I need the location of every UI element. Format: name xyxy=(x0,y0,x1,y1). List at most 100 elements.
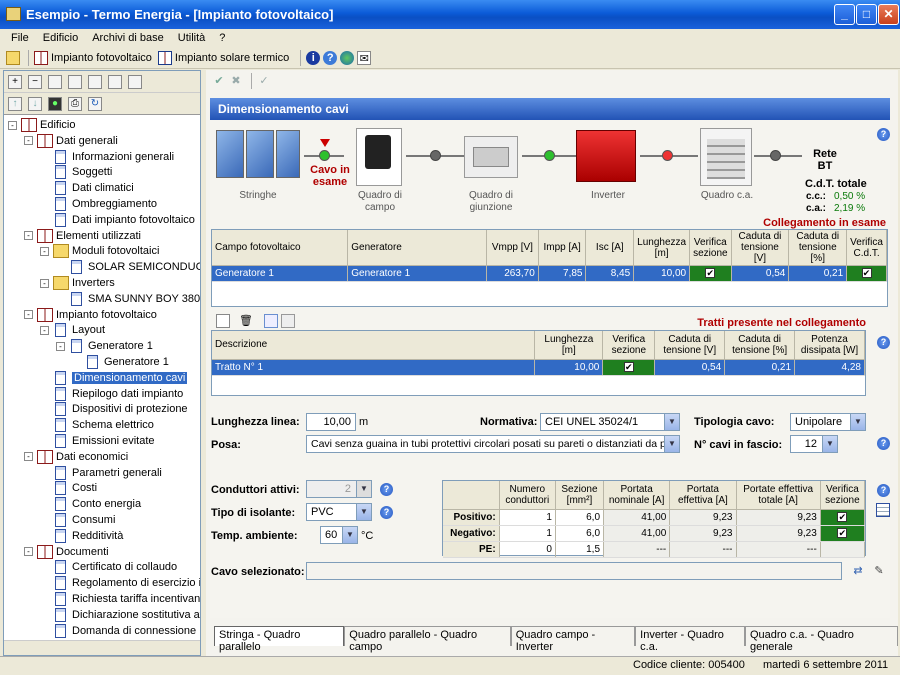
print-icon[interactable]: ⎙ xyxy=(68,96,82,111)
tree-item[interactable]: Costi xyxy=(40,480,97,496)
collapse-icon[interactable]: - xyxy=(24,452,33,462)
confirm-icon[interactable]: ✔ xyxy=(212,74,226,88)
column-header[interactable]: Caduta di tensione [%] xyxy=(788,230,848,266)
help-icon[interactable]: ? xyxy=(877,484,890,497)
collapse-icon[interactable]: - xyxy=(40,325,49,335)
tree-item[interactable]: - Moduli fotovoltaici xyxy=(40,243,159,259)
junction-panel-component[interactable] xyxy=(464,136,518,178)
tree-item[interactable]: - Dati generali xyxy=(24,133,118,149)
pv-system-button[interactable]: Impianto fotovoltaico xyxy=(34,50,152,65)
menu-file[interactable]: File xyxy=(4,32,36,44)
help-icon[interactable]: ? xyxy=(323,50,338,65)
refresh-icon[interactable]: ↻ xyxy=(88,96,102,111)
tree-item[interactable]: - Layout xyxy=(40,322,105,338)
tree-item[interactable]: - Edificio xyxy=(8,117,75,133)
menu-edificio[interactable]: Edificio xyxy=(36,32,85,44)
table-cell[interactable]: 6,0 xyxy=(555,509,605,526)
column-header[interactable]: Caduta di tensione [V] xyxy=(654,331,726,360)
maximize-button[interactable]: □ xyxy=(856,4,877,25)
tree-item[interactable]: Emissioni evitate xyxy=(40,433,155,449)
new-icon[interactable] xyxy=(216,314,230,328)
tree-item[interactable]: SMA SUNNY BOY 3800 xyxy=(56,291,200,307)
tree-item[interactable]: Generatore 1 xyxy=(72,354,169,370)
normativa-select[interactable]: CEI UNEL 35024/1 ▼ xyxy=(540,413,680,431)
tree-item[interactable]: Conto energia xyxy=(40,496,141,512)
tools-icon[interactable] xyxy=(88,74,102,89)
column-header[interactable]: Verifica sezione xyxy=(689,230,732,266)
tree-item[interactable]: Dati impianto fotovoltaico xyxy=(40,212,195,228)
strings-component[interactable] xyxy=(216,128,300,188)
tree-item[interactable]: Dichiarazione sostitutiva atto d xyxy=(40,607,200,623)
tree-item[interactable]: Riepilogo dati impianto xyxy=(40,386,183,402)
tree-item[interactable]: Consumi xyxy=(40,512,115,528)
tree-item[interactable]: - Documenti xyxy=(24,544,109,560)
tree-item[interactable]: - Inverters xyxy=(40,275,115,291)
selected-cable-input[interactable] xyxy=(306,562,842,580)
menu-utilita[interactable]: Utilità xyxy=(171,32,213,44)
bundle-count-select[interactable]: 12 ▼ xyxy=(790,435,838,453)
collapse-icon[interactable]: - xyxy=(40,278,49,288)
tree-item[interactable]: Parametri generali xyxy=(40,465,162,481)
tab-quadro-parallelo-quadro-campo[interactable]: Quadro parallelo - Quadro campo xyxy=(344,626,511,653)
inverter-component[interactable] xyxy=(576,130,636,182)
collapse-icon[interactable]: - xyxy=(40,246,49,256)
trash-icon[interactable]: 🗑 xyxy=(239,314,253,328)
tree-item[interactable]: Redditività xyxy=(40,528,123,544)
column-header[interactable]: Vmpp [V] xyxy=(486,230,539,266)
tree-horizontal-scrollbar[interactable] xyxy=(4,640,200,655)
spellcheck-icon[interactable]: ✓ xyxy=(257,74,271,88)
tree-item[interactable]: - Elementi utilizzati xyxy=(24,228,141,244)
field-panel-component[interactable] xyxy=(356,128,402,186)
collapse-icon[interactable]: - xyxy=(24,136,33,146)
cable-search-icon[interactable]: ⇄ xyxy=(851,564,865,578)
column-header[interactable]: Verifica sezione xyxy=(602,331,656,360)
collapse-icon[interactable]: - xyxy=(24,231,33,241)
help-icon[interactable]: ? xyxy=(380,506,393,519)
tree-item[interactable]: Dimensionamento cavi xyxy=(40,370,188,386)
report-icon[interactable] xyxy=(108,74,122,89)
table-cell[interactable]: 0 xyxy=(499,541,556,558)
column-header[interactable]: Potenza dissipata [W] xyxy=(794,331,865,360)
collapse-all-icon[interactable]: − xyxy=(28,74,42,89)
table-cell[interactable]: 1,5 xyxy=(555,541,605,558)
tab-stringa-quadro-parallelo[interactable]: Stringa - Quadro parallelo xyxy=(214,626,345,653)
tree-item[interactable]: Certificato di collaudo xyxy=(40,559,177,575)
tab-quadro-campo-inverter[interactable]: Quadro campo - Inverter xyxy=(510,626,636,653)
insulation-select[interactable]: PVC ▼ xyxy=(306,503,372,521)
table-cell[interactable]: 1 xyxy=(499,525,556,542)
help-icon[interactable]: ? xyxy=(877,128,890,141)
collapse-icon[interactable]: - xyxy=(8,120,17,130)
column-header[interactable]: Generatore xyxy=(347,230,488,266)
globe-icon[interactable] xyxy=(340,50,355,65)
collapse-icon[interactable]: - xyxy=(24,310,33,320)
table-row[interactable]: Positivo: 1 6,0 41,00 9,23 9,23 ✔ xyxy=(443,509,866,526)
column-header[interactable]: Verifica C.d.T. xyxy=(846,230,887,266)
copy-icon[interactable] xyxy=(264,314,278,328)
tree-item[interactable]: Richiesta tariffa incentivante ( xyxy=(40,591,200,607)
column-header[interactable]: Caduta di tensione [V] xyxy=(731,230,790,266)
tree-item[interactable]: Informazioni generali xyxy=(40,149,174,165)
arrow-down-icon[interactable]: ↓ xyxy=(28,96,42,111)
ambient-temp-select[interactable]: 60 ▼ xyxy=(320,526,358,544)
active-conductors-select[interactable]: 2 ▼ xyxy=(306,480,372,498)
open-folder-icon[interactable] xyxy=(6,50,20,65)
menu-help[interactable]: ? xyxy=(212,32,232,44)
cable-type-select[interactable]: Unipolare ▼ xyxy=(790,413,866,431)
table-row[interactable]: Tratto N° 1 10,00 ✔ 0,54 0,21 4,28 xyxy=(212,359,865,376)
pen-icon[interactable]: ✎ xyxy=(872,564,886,578)
paste-icon[interactable] xyxy=(281,314,295,328)
laying-select[interactable]: Cavi senza guaina in tubi protettivi cir… xyxy=(306,435,680,453)
column-header[interactable]: Descrizione xyxy=(212,331,536,360)
table-cell[interactable]: 1 xyxy=(499,509,556,526)
info-icon[interactable]: i xyxy=(306,50,321,65)
collapse-icon[interactable]: - xyxy=(24,547,33,557)
help-icon[interactable]: ? xyxy=(380,483,393,496)
tree-item[interactable]: Ombreggiamento xyxy=(40,196,157,212)
close-button[interactable]: ✕ xyxy=(878,4,899,25)
tree-item[interactable]: - Dati economici xyxy=(24,449,128,465)
tree-item[interactable]: Dispositivi di protezione xyxy=(40,401,188,417)
collapse-icon[interactable]: - xyxy=(56,341,65,351)
table-icon[interactable] xyxy=(876,503,890,517)
tree-item[interactable]: Domanda di connessione xyxy=(40,623,196,639)
ac-panel-component[interactable] xyxy=(700,128,752,186)
